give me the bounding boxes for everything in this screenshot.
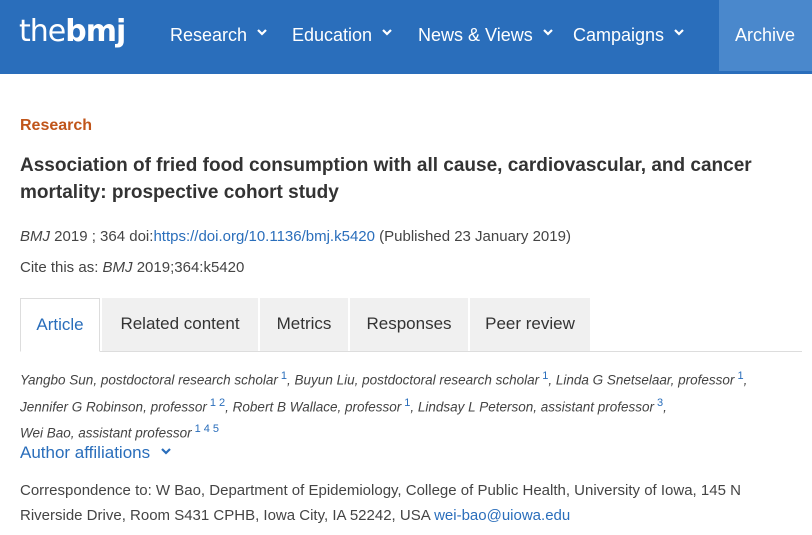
tab-related-content[interactable]: Related content [102, 298, 258, 351]
author-affiliation-ref[interactable]: 1 [737, 370, 743, 382]
nav-archive[interactable]: Archive [719, 0, 812, 71]
correspondence-email-link[interactable]: wei-bao@uiowa.edu [434, 507, 570, 524]
author-affiliation-ref[interactable]: 1 4 5 [195, 423, 219, 435]
chevron-down-icon [542, 29, 553, 36]
section-label: Research [20, 117, 93, 134]
tab-article[interactable]: Article [20, 298, 100, 352]
author-affiliation-ref[interactable]: 1 2 [210, 397, 225, 409]
correspondence: Correspondence to: W Bao, Department of … [20, 478, 800, 528]
author-affiliation-ref[interactable]: 1 [542, 370, 548, 382]
citation-line: BMJ 2019 ; 364 doi:https://doi.org/10.11… [20, 228, 571, 245]
author-affiliation-ref[interactable]: 1 [281, 370, 287, 382]
nav-news-views[interactable]: News & Views [418, 24, 554, 46]
correspondence-text: Correspondence to: W Bao, Department of … [20, 482, 741, 524]
logo-bmj: bmj [65, 14, 126, 49]
author-name[interactable]: Buyun Liu, postdoctoral research scholar [295, 373, 540, 388]
article-tabs: Article Related content Metrics Response… [20, 298, 802, 352]
cite-this-line: Cite this as: BMJ 2019;364:k5420 [20, 259, 244, 276]
author-name[interactable]: Lindsay L Peterson, assistant professor [418, 399, 654, 414]
chevron-down-icon [161, 448, 171, 455]
nav-campaigns-label: Campaigns [573, 25, 665, 45]
tab-peer-review[interactable]: Peer review [470, 298, 590, 351]
doi-link[interactable]: https://doi.org/10.1136/bmj.k5420 [153, 228, 375, 245]
chevron-down-icon [257, 29, 267, 36]
author-name[interactable]: Robert B Wallace, professor [233, 399, 402, 414]
nav-education[interactable]: Education [292, 24, 393, 46]
tab-metrics[interactable]: Metrics [260, 298, 348, 351]
cite-this-label: Cite this as: [20, 259, 99, 276]
cite-this-ref: 2019;364:k5420 [136, 259, 245, 276]
bmj-logo[interactable]: thebmj [19, 14, 126, 50]
top-navigation-bar: thebmj Research Education News & Views C… [0, 0, 812, 74]
nav-research[interactable]: Research [170, 24, 268, 46]
tab-responses[interactable]: Responses [350, 298, 468, 351]
author-affiliations-toggle[interactable]: Author affiliations [20, 443, 172, 463]
nav-education-label: Education [292, 25, 373, 45]
author-name[interactable]: Jennifer G Robinson, professor [20, 399, 207, 414]
author-affiliation-ref[interactable]: 1 [404, 397, 410, 409]
article-title: Association of fried food consumption wi… [20, 155, 752, 203]
chevron-down-icon [674, 29, 684, 36]
author-list: Yangbo Sun, postdoctoral research schola… [20, 370, 748, 441]
logo-the: the [19, 14, 66, 49]
doi-label: doi: [129, 228, 154, 245]
nav-campaigns[interactable]: Campaigns [573, 24, 685, 46]
cite-this-journal: BMJ [102, 259, 133, 276]
author-name[interactable]: Linda G Snetselaar, professor [556, 373, 735, 388]
author-name[interactable]: Yangbo Sun, postdoctoral research schola… [20, 373, 278, 388]
citation-journal: BMJ [20, 228, 50, 245]
author-name[interactable]: Wei Bao, assistant professor [20, 426, 192, 441]
citation-year-volume: 2019 ; 364 [54, 228, 126, 245]
author-affiliations-label: Author affiliations [20, 443, 151, 462]
nav-research-label: Research [170, 25, 248, 45]
nav-news-views-label: News & Views [418, 25, 533, 45]
published-date: (Published 23 January 2019) [379, 228, 571, 245]
chevron-down-icon [382, 29, 392, 36]
author-affiliation-ref[interactable]: 3 [657, 397, 663, 409]
